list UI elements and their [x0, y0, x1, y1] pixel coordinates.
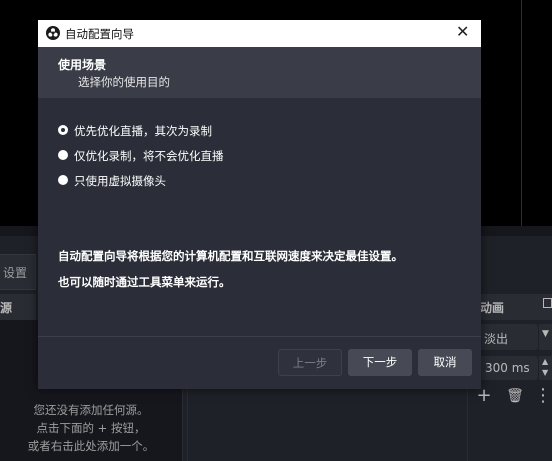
option-label: 优先优化直播，其次为录制	[74, 124, 212, 138]
wizard-description-line-1: 自动配置向导将根据您的计算机配置和互联网速度来决定最佳设置。	[58, 249, 403, 263]
radio-selected[interactable]	[58, 125, 68, 135]
next-button[interactable]: 下一步	[348, 349, 412, 376]
close-icon[interactable]: ✕	[456, 22, 469, 41]
cancel-button[interactable]: 取消	[418, 349, 472, 376]
back-button[interactable]: 上一步	[278, 349, 342, 376]
page-subtitle: 选择你的使用目的	[78, 75, 170, 89]
dialog-title: 自动配置向导	[65, 27, 134, 41]
button-separator	[38, 336, 481, 337]
auto-config-wizard-dialog: 自动配置向导 ✕ 使用场景 选择你的使用目的 优先优化直播，其次为录制 仅优化录…	[38, 20, 481, 389]
obs-logo-icon	[46, 26, 60, 40]
wizard-description-line-2: 也可以随时通过工具菜单来运行。	[58, 275, 231, 289]
option-label: 仅优化录制，将不会优化直播	[74, 149, 224, 163]
radio-unselected[interactable]	[58, 175, 68, 185]
radio-unselected[interactable]	[58, 150, 68, 160]
wizard-page-header: 使用场景 选择你的使用目的	[38, 47, 481, 98]
option-label: 只使用虚拟摄像头	[74, 174, 166, 188]
dialog-titlebar: 自动配置向导 ✕	[38, 20, 481, 47]
page-title: 使用场景	[58, 58, 107, 72]
